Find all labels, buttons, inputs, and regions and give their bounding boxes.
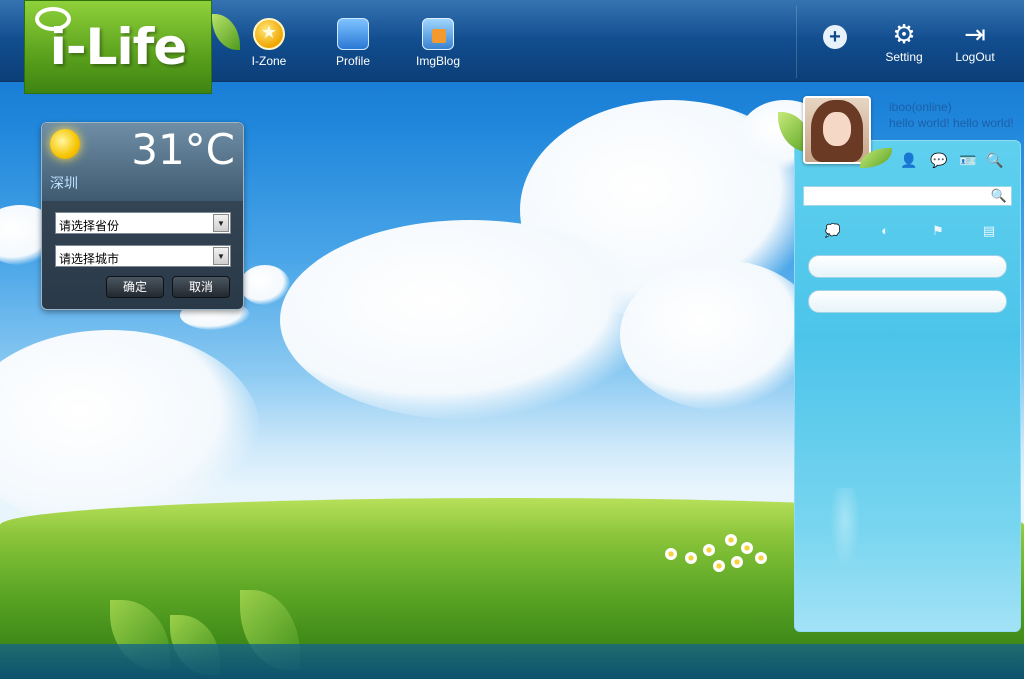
- logout-label: LogOut: [955, 50, 995, 64]
- city-name: 深圳: [50, 175, 78, 191]
- tab-groups[interactable]: ◐: [874, 222, 896, 240]
- setting-button[interactable]: ⚙ Setting: [878, 20, 930, 64]
- logout-icon: ⇥: [964, 19, 986, 49]
- contact-group-item[interactable]: [808, 255, 1007, 278]
- search-input[interactable]: 🔍: [803, 186, 1012, 206]
- add-contact-icon[interactable]: 👤: [899, 151, 919, 169]
- city-select-value: 请选择城市: [59, 252, 120, 266]
- flowers-decoration: [655, 530, 795, 580]
- weather-header: 31°C 深圳: [42, 123, 243, 201]
- sun-icon: [50, 129, 80, 159]
- confirm-button[interactable]: 确定: [106, 276, 164, 298]
- find-icon[interactable]: 🔍: [985, 151, 1005, 169]
- add-group-icon[interactable]: 💬: [929, 151, 949, 169]
- user-panel: [794, 140, 1021, 632]
- city-select[interactable]: 请选择城市 ▼: [55, 245, 231, 267]
- weather-widget: 31°C 深圳 请选择省份 ▼ 请选择城市 ▼ 确定 取消: [41, 122, 244, 310]
- tab-contacts[interactable]: ▤: [978, 222, 1000, 240]
- tree-decoration: [830, 488, 860, 568]
- add-button[interactable]: +: [822, 20, 848, 50]
- logout-button[interactable]: ⇥ LogOut: [948, 20, 1002, 64]
- tab-flag[interactable]: ⚑: [927, 222, 949, 240]
- cloud-decoration: [280, 220, 660, 420]
- province-select[interactable]: 请选择省份 ▼: [55, 212, 231, 234]
- province-select-value: 请选择省份: [59, 219, 120, 233]
- add-icon: +: [823, 25, 847, 49]
- footer-strip: [0, 644, 1024, 679]
- app-logo[interactable]: i-Life: [24, 0, 212, 94]
- star-icon: [253, 18, 285, 50]
- cloud-decoration: [0, 330, 260, 530]
- add-card-icon[interactable]: 🪪: [958, 151, 978, 169]
- nav-izone[interactable]: I-Zone: [234, 18, 304, 74]
- nav-imgblog-label: ImgBlog: [415, 54, 461, 68]
- setting-label: Setting: [885, 50, 923, 64]
- search-icon[interactable]: 🔍: [991, 188, 1007, 204]
- tab-chat[interactable]: 💭: [822, 222, 844, 240]
- gear-icon: ⚙: [892, 19, 916, 49]
- nav-izone-label: I-Zone: [251, 54, 287, 68]
- cloud-decoration: [620, 260, 820, 410]
- nav-profile-label: Profile: [335, 54, 370, 68]
- speech-bubble-icon: [35, 7, 71, 31]
- toolbar-divider: [796, 6, 797, 78]
- avatar[interactable]: [803, 96, 871, 164]
- profile-icon: [337, 18, 369, 50]
- logo-text: i-Life: [49, 18, 188, 76]
- nav-imgblog[interactable]: ImgBlog: [403, 18, 473, 74]
- temperature: 31°C: [131, 125, 235, 174]
- chevron-down-icon[interactable]: ▼: [213, 214, 229, 232]
- chevron-down-icon[interactable]: ▼: [213, 247, 229, 265]
- image-blog-icon: [422, 18, 454, 50]
- user-name[interactable]: iboo(online): [889, 100, 952, 114]
- contact-group-item[interactable]: [808, 290, 1007, 313]
- user-status-message[interactable]: hello world! hello world!: [889, 116, 1014, 130]
- nav-profile[interactable]: Profile: [318, 18, 388, 74]
- cloud-decoration: [240, 265, 290, 305]
- cancel-button[interactable]: 取消: [172, 276, 230, 298]
